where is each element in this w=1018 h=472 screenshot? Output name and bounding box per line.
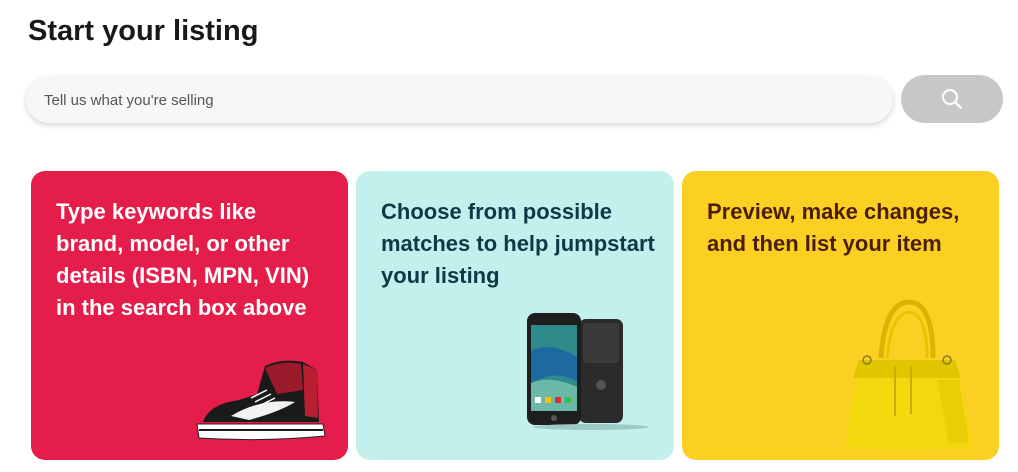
info-card-keywords: Type keywords like brand, model, or othe… (31, 171, 348, 460)
search-bar (26, 77, 893, 123)
smartphones-image (527, 313, 649, 430)
search-button[interactable] (901, 75, 1003, 123)
search-icon (942, 89, 963, 110)
handbag-image (845, 299, 973, 450)
card-text: Preview, make changes, and then list you… (707, 199, 960, 256)
page-title: Start your listing (28, 15, 259, 47)
search-input[interactable] (26, 77, 893, 123)
info-card-preview: Preview, make changes, and then list you… (682, 171, 999, 460)
card-text: Type keywords like brand, model, or othe… (56, 199, 310, 320)
sneaker-image (196, 360, 326, 441)
card-text: Choose from possible matches to help jum… (381, 199, 655, 288)
info-card-matches: Choose from possible matches to help jum… (356, 171, 674, 460)
